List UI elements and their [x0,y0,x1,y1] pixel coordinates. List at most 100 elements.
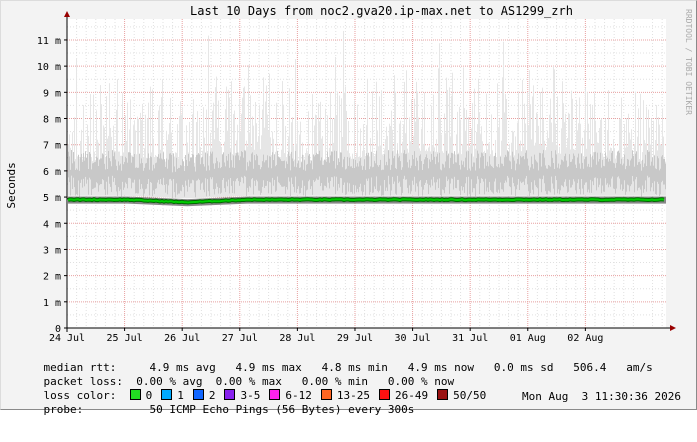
smoke-core [458,154,459,180]
smoke-core [129,152,130,178]
x-tick-label: 29 Jul [337,333,373,344]
smoke-streak [518,92,519,196]
smoke-core [94,162,95,188]
smoke-core [204,166,205,193]
smoke-core [286,161,287,188]
smoke-core [276,164,277,191]
smoke-streak [90,94,91,196]
smoke-core [406,153,407,180]
smoke-core [385,165,386,191]
smoke-core [79,170,80,197]
smoke-core [330,155,331,182]
smoke-core [444,167,445,194]
smoke-core [264,162,265,188]
smoke-core [168,159,169,186]
smoke-core [246,170,247,197]
smoke-core [573,153,574,180]
smoke-core [241,151,242,177]
smoke-core [203,164,204,190]
smoke-core [521,157,522,184]
smoke-core [253,168,254,195]
smoke-core [392,151,393,177]
smoke-core [76,168,77,195]
smoke-streak [170,97,171,198]
smoke-core [300,167,301,194]
smoke-core [328,157,329,183]
smoke-core [219,162,220,189]
smoke-core [307,163,308,190]
smoke-core [162,159,163,186]
smoke-core [559,168,560,195]
smoke-core [249,160,250,187]
smoke-core [160,153,161,180]
smoke-core [518,153,519,180]
smoke-core [255,160,256,186]
smoke-core [277,150,278,177]
smoke-core [81,153,82,180]
smoke-core [238,155,239,182]
smoke-core [356,166,357,193]
smoke-core [531,156,532,183]
smoke-core [353,159,354,185]
smoke-streak [504,112,505,196]
smoke-core [173,153,174,180]
smoke-core [596,164,597,191]
smoke-core [623,163,624,190]
smoke-core [367,155,368,181]
smoke-core [607,157,608,184]
smoke-core [209,170,210,196]
smoke-core [212,151,213,178]
smoke-core [298,160,299,187]
smoke-core [625,169,626,195]
smoke-core [658,158,659,184]
smoke-core [415,166,416,192]
smoke-core [189,161,190,187]
smoke-core [369,169,370,195]
smoke-core [453,163,454,190]
smoke-core [505,154,506,181]
smoke-core [262,161,263,187]
smoke-core [476,158,477,184]
smoke-core [460,169,461,196]
smoke-core [347,156,348,183]
smoke-core [651,161,652,188]
smoke-core [302,154,303,181]
smoke-core [471,153,472,180]
smoke-core [640,163,641,190]
smoke-core [371,151,372,178]
smoke-core [191,157,192,184]
smoke-core [493,168,494,194]
smoke-core [359,161,360,187]
smoke-core [157,156,158,183]
smoke-core [466,151,467,178]
smoke-core [374,160,375,187]
legend-packet-loss: packet loss: 0.00 % avg 0.00 % max 0.00 … [17,362,455,388]
smoke-core [89,152,90,178]
smoke-core [600,152,601,179]
smoke-core [222,154,223,180]
smoke-core [525,152,526,179]
smoke-core [70,169,71,196]
smoke-core [243,157,244,184]
smoke-core [301,162,302,188]
smoke-core [205,152,206,179]
smoke-core [665,163,666,190]
smoke-core [608,161,609,188]
smoke-core [275,166,276,192]
y-tick-label: 9 m [43,88,61,99]
smoke-core [338,158,339,184]
smoke-core [265,160,266,187]
smoke-core [451,152,452,179]
smoke-core [641,170,642,197]
x-tick-label: 24 Jul [49,333,85,344]
smoke-core [139,153,140,180]
smoke-core [185,155,186,181]
smoke-core [72,163,73,189]
smoke-core [510,161,511,188]
smoke-core [183,161,184,187]
smoke-core [527,158,528,185]
smoke-core [649,151,650,178]
smoke-core [528,165,529,192]
smoke-streak [96,110,97,196]
smoke-core [454,151,455,177]
